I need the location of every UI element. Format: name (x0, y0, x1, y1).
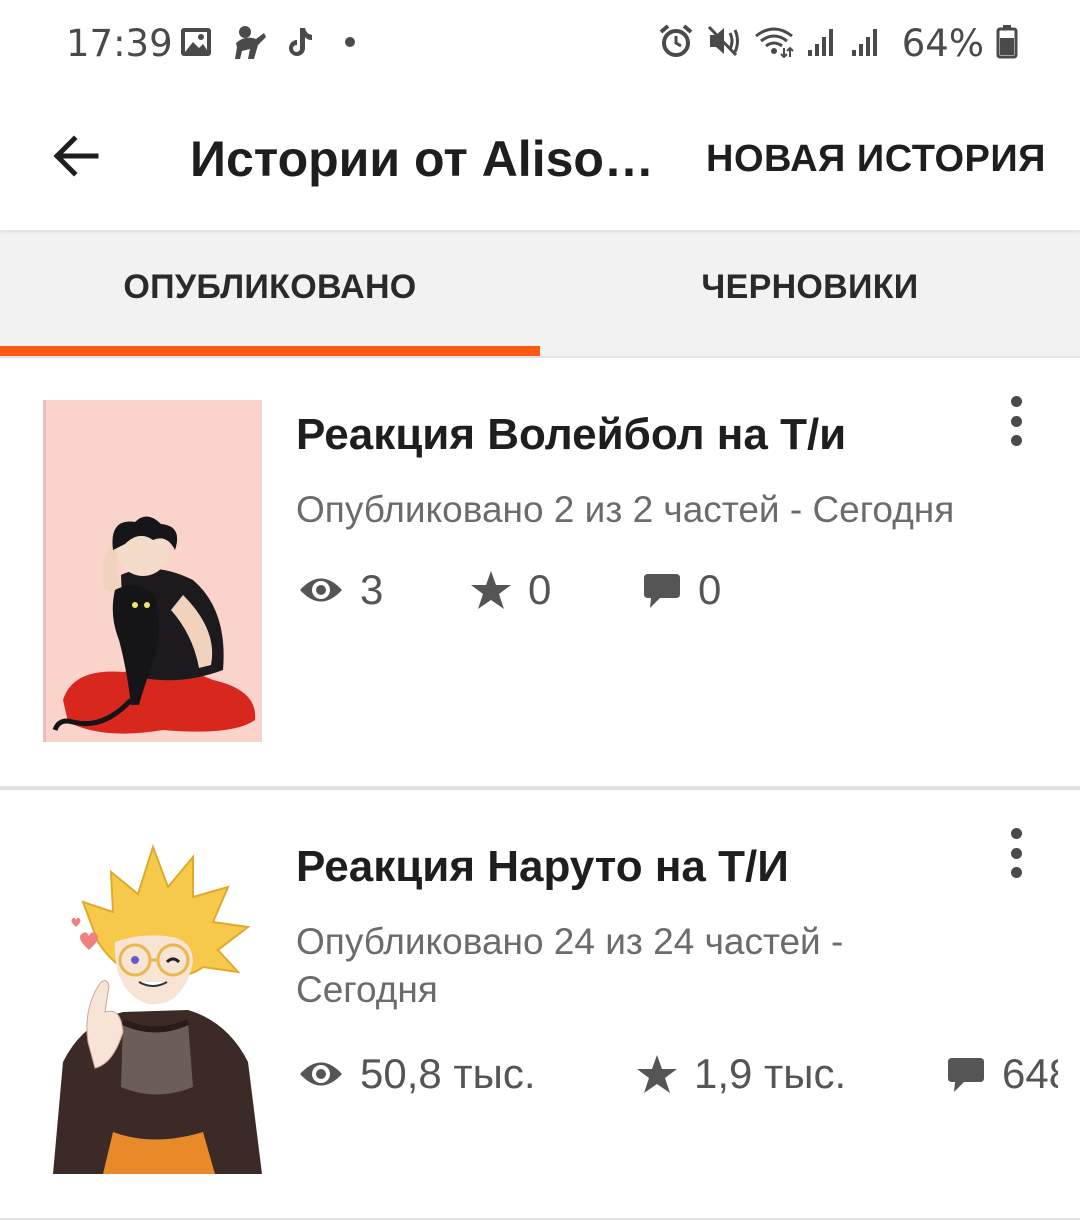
comments-stat: 648 (946, 1050, 1058, 1098)
views-count: 3 (360, 566, 384, 613)
story-cover-image[interactable] (43, 832, 262, 1174)
comments-count: 648 (1002, 1050, 1058, 1097)
vibrate-mute-icon (706, 23, 742, 64)
comment-icon (946, 1054, 986, 1094)
comments-stat: 0 (642, 566, 721, 614)
eye-icon (298, 1057, 344, 1091)
image-icon (180, 27, 212, 62)
story-more-button[interactable] (996, 828, 1036, 878)
votes-count: 0 (528, 566, 552, 613)
status-time: 17:39 (66, 22, 173, 65)
story-item[interactable]: Реакция Волейбол на Т/и Опубликовано 2 и… (0, 356, 1080, 788)
signal-icon (850, 24, 882, 63)
alarm-icon (658, 23, 694, 64)
signal-icon (806, 24, 838, 63)
story-item[interactable]: Реакция Наруто на Т/И Опубликовано 24 из… (0, 788, 1080, 1220)
battery-icon (996, 23, 1018, 64)
story-title[interactable]: Реакция Волейбол на Т/и (296, 408, 846, 462)
dot-icon (334, 32, 364, 57)
story-more-button[interactable] (996, 396, 1036, 446)
page-title: Истории от Alison... (190, 131, 670, 187)
tab-published[interactable]: ОПУБЛИКОВАНО (0, 230, 540, 356)
story-list: Реакция Волейбол на Т/и Опубликовано 2 и… (0, 356, 1080, 1220)
back-button[interactable] (46, 128, 106, 188)
story-publish-info: Опубликовано 24 из 24 частей - Сегодня (296, 921, 844, 1010)
votes-stat: 1,9 тыс. (636, 1050, 846, 1098)
wifi-icon (754, 24, 794, 63)
eye-icon (298, 573, 344, 607)
battery-percent: 64% (901, 21, 984, 65)
more-dot (1010, 867, 1022, 878)
system-icons: 64% (658, 21, 1018, 65)
new-story-button[interactable]: НОВАЯ ИСТОРИЯ (706, 134, 1046, 184)
tab-label: ЧЕРНОВИКИ (701, 267, 919, 306)
more-dot (1010, 435, 1022, 446)
more-dot (1010, 847, 1022, 859)
tab-drafts[interactable]: ЧЕРНОВИКИ (540, 230, 1080, 356)
story-title[interactable]: Реакция Наруто на Т/И (296, 840, 789, 894)
tab-bar: ОПУБЛИКОВАНО ЧЕРНОВИКИ (0, 230, 1080, 356)
votes-stat: 0 (470, 566, 551, 614)
more-dot (1010, 396, 1022, 407)
status-bar: 17:39 64% (0, 0, 1080, 88)
app-bar: Истории от Alison... НОВАЯ ИСТОРИЯ (0, 88, 1080, 230)
story-cover-image[interactable] (43, 400, 262, 742)
more-dot (1010, 415, 1022, 427)
story-publish-info: Опубликовано 2 из 2 частей - Сегодня (296, 489, 955, 530)
arrow-left-icon (52, 134, 100, 182)
more-dot (1010, 828, 1022, 839)
votes-count: 1,9 тыс. (694, 1050, 847, 1097)
star-icon (470, 570, 512, 610)
views-stat: 50,8 тыс. (298, 1050, 536, 1098)
star-icon (636, 1054, 678, 1094)
tiktok-icon (286, 25, 316, 64)
views-stat: 3 (298, 566, 383, 614)
notification-icons (180, 24, 364, 64)
game-icon (230, 23, 268, 66)
views-count: 50,8 тыс. (360, 1050, 536, 1097)
comments-count: 0 (698, 566, 722, 613)
story-stats: 50,8 тыс. 1,9 тыс. 648 (298, 1046, 1058, 1102)
comment-icon (642, 570, 682, 610)
tab-label: ОПУБЛИКОВАНО (123, 267, 417, 306)
